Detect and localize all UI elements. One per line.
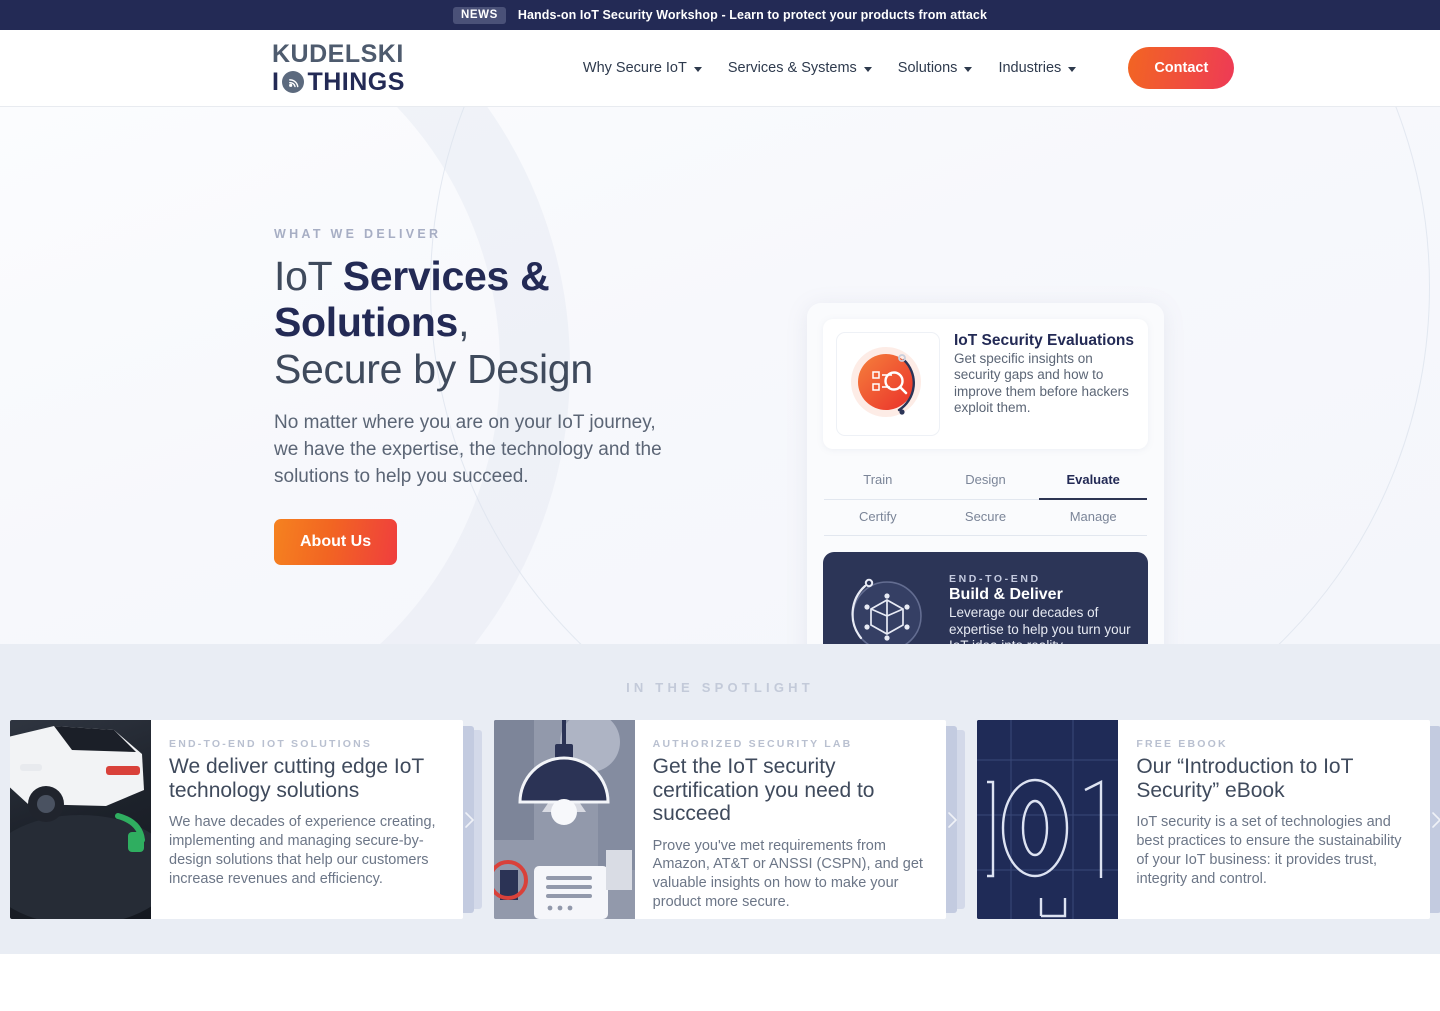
- lab-lamp-illustration: [493, 720, 635, 919]
- spotlight-card-1-eyebrow: END-TO-END IOT SOLUTIONS: [169, 738, 373, 750]
- tab-design[interactable]: Design: [931, 463, 1040, 500]
- spotlight-card-3-title: Our “Introduction to IoT Security” eBook: [1136, 755, 1354, 802]
- main-navigation: Why Secure IoT Services & Systems Soluti…: [583, 47, 1235, 89]
- tab-evaluate[interactable]: Evaluate: [1039, 463, 1148, 500]
- page-footer-strip: [0, 954, 1440, 1011]
- spotlight-card-1-description: We have decades of experience creating, …: [169, 814, 436, 887]
- logo-line-kudelski: KUDELSKI: [272, 39, 404, 68]
- spotlight-card-1-wrap: END-TO-END IOT SOLUTIONS We deliver cutt…: [10, 720, 482, 919]
- hero-panel-wrap: IoT Security Evaluations Get specific in…: [807, 107, 1164, 644]
- chevron-right-icon[interactable]: [945, 809, 961, 831]
- build-deliver-title: Build & Deliver: [949, 586, 1063, 604]
- build-deliver-card[interactable]: END-TO-END Build & Deliver Leverage our …: [823, 552, 1148, 644]
- magnifier-checklist-icon: [836, 332, 940, 436]
- tab-certify[interactable]: Certify: [824, 500, 932, 536]
- nav-label: Industries: [998, 60, 1062, 76]
- logo-line-iot-things: I THINGS: [272, 67, 405, 96]
- spotlight-card-2-eyebrow: AUTHORIZED SECURITY LAB: [652, 738, 853, 750]
- nav-item-why-secure-iot[interactable]: Why Secure IoT: [583, 60, 702, 76]
- evaluation-card-text: IoT Security Evaluations Get specific in…: [954, 332, 1135, 417]
- spotlight-card-3-description: IoT security is a set of technologies an…: [1136, 814, 1402, 887]
- wifi-signal-icon: [282, 71, 305, 93]
- hero-copy: WHAT WE DELIVER IoT Services & Solutions…: [274, 107, 694, 644]
- chevron-down-icon: [863, 66, 872, 72]
- chevron-down-icon: [1068, 66, 1077, 72]
- spotlight-card-3-wrap: FREE EBOOK Our “Introduction to IoT Secu…: [977, 720, 1440, 919]
- spotlight-card-list: END-TO-END IOT SOLUTIONS We deliver cutt…: [0, 720, 1440, 919]
- spotlight-card-free-ebook[interactable]: FREE EBOOK Our “Introduction to IoT Secu…: [977, 720, 1431, 919]
- build-deliver-description: Leverage our decades of expertise to hel…: [949, 605, 1131, 644]
- electric-car-charging-photo: [10, 720, 151, 919]
- nav-label: Solutions: [897, 60, 958, 76]
- evaluation-card-title: IoT Security Evaluations: [954, 332, 1135, 349]
- service-tabs-row-1: Train Design Evaluate: [824, 463, 1148, 500]
- site-header: KUDELSKI I THINGS Why Secure IoT Service…: [0, 30, 1440, 107]
- hero-title-light-1: IoT: [274, 253, 343, 299]
- binary-101-blueprint: [977, 720, 1119, 919]
- nav-label: Services & Systems: [727, 60, 857, 76]
- nav-item-services-systems[interactable]: Services & Systems: [728, 60, 872, 76]
- spotlight-card-3-body: FREE EBOOK Our “Introduction to IoT Secu…: [1118, 720, 1430, 919]
- news-headline[interactable]: Hands-on IoT Security Workshop - Learn t…: [518, 8, 987, 22]
- services-panel: IoT Security Evaluations Get specific in…: [807, 303, 1164, 644]
- spotlight-card-security-lab[interactable]: AUTHORIZED SECURITY LAB Get the IoT secu…: [493, 720, 947, 919]
- logo[interactable]: KUDELSKI I THINGS: [272, 39, 405, 96]
- nav-item-industries[interactable]: Industries: [998, 60, 1077, 76]
- chevron-right-icon[interactable]: [1429, 809, 1440, 831]
- chevron-right-icon[interactable]: [462, 809, 478, 831]
- page-title: IoT Services & Solutions, Secure by Desi…: [274, 253, 694, 392]
- spotlight-card-1-title: We deliver cutting edge IoT technology s…: [169, 755, 424, 802]
- chevron-down-icon: [693, 66, 702, 72]
- contact-button[interactable]: Contact: [1128, 47, 1235, 89]
- news-banner[interactable]: NEWS Hands-on IoT Security Workshop - Le…: [0, 0, 1440, 30]
- hero-title-line2: Secure by Design: [274, 345, 593, 392]
- hero-paragraph: No matter where you are on your IoT jour…: [274, 411, 662, 487]
- hero-title-light-2: ,: [458, 299, 470, 346]
- cube-network-icon: [839, 566, 935, 644]
- evaluation-card[interactable]: IoT Security Evaluations Get specific in…: [823, 319, 1148, 449]
- chevron-down-icon: [964, 66, 973, 72]
- service-tabs-row-2: Certify Secure Manage: [824, 500, 1148, 536]
- logo-letter-i: I: [272, 67, 280, 96]
- tab-secure[interactable]: Secure: [931, 500, 1040, 536]
- build-deliver-eyebrow: END-TO-END: [949, 573, 1041, 586]
- hero-section: WHAT WE DELIVER IoT Services & Solutions…: [0, 107, 1440, 644]
- about-us-button[interactable]: About Us: [274, 518, 398, 565]
- spotlight-card-2-body: AUTHORIZED SECURITY LAB Get the IoT secu…: [635, 720, 947, 919]
- service-tabs: Train Design Evaluate Certify Secure Man…: [824, 463, 1148, 536]
- tab-manage[interactable]: Manage: [1039, 500, 1148, 536]
- spotlight-card-end-to-end[interactable]: END-TO-END IOT SOLUTIONS We deliver cutt…: [10, 720, 463, 919]
- spotlight-card-2-wrap: AUTHORIZED SECURITY LAB Get the IoT secu…: [493, 720, 966, 919]
- spotlight-section: IN THE SPOTLIGHT END-TO-END IOT SOLUTION…: [0, 644, 1440, 954]
- evaluation-card-description: Get specific insights on security gaps a…: [954, 351, 1129, 416]
- spotlight-card-2-title: Get the IoT security certification you n…: [652, 755, 875, 826]
- news-badge: NEWS: [452, 6, 506, 24]
- spotlight-card-1-body: END-TO-END IOT SOLUTIONS We deliver cutt…: [151, 720, 463, 919]
- build-deliver-text: END-TO-END Build & Deliver Leverage our …: [949, 573, 1132, 644]
- nav-label: Why Secure IoT: [582, 60, 687, 76]
- logo-word-things: THINGS: [307, 67, 405, 96]
- spotlight-heading: IN THE SPOTLIGHT: [626, 680, 814, 695]
- spotlight-card-2-description: Prove you've met requirements from Amazo…: [652, 837, 923, 911]
- tab-train[interactable]: Train: [824, 463, 932, 500]
- hero-eyebrow: WHAT WE DELIVER: [274, 227, 442, 241]
- spotlight-card-3-eyebrow: FREE EBOOK: [1136, 738, 1228, 750]
- nav-item-solutions[interactable]: Solutions: [898, 60, 973, 76]
